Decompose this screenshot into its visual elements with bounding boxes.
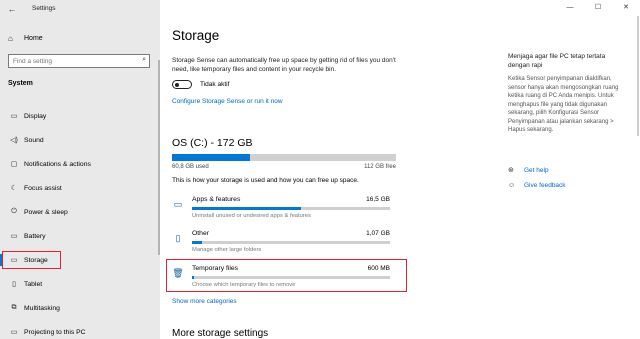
info-text: Ketika Sensor penyimpanan diaktifkan, se… bbox=[508, 76, 619, 133]
sidebar-item-power-sleep[interactable]: ⏻ Power & sleep bbox=[0, 200, 160, 224]
sidebar-item-label: Power & sleep bbox=[24, 208, 68, 216]
sidebar-item-focus-assist[interactable]: ☾ Focus assist bbox=[0, 176, 160, 200]
category-size: 16,5 GB bbox=[366, 196, 390, 203]
power-icon: ⏻ bbox=[11, 208, 17, 215]
toggle-state-label: Tidak aktif bbox=[200, 81, 230, 88]
tablet-icon: ▯ bbox=[12, 281, 16, 288]
category-apps-features[interactable]: ▭ Apps & features 16,5 GB Uninstall unus… bbox=[172, 196, 390, 226]
close-icon[interactable]: ✕ bbox=[612, 0, 640, 16]
drive-usage-fill bbox=[172, 154, 251, 161]
used-label: 60,8 GB used bbox=[172, 164, 209, 170]
sidebar-item-label: Focus assist bbox=[24, 184, 62, 192]
configure-storage-sense-link[interactable]: Configure Storage Sense or run it now bbox=[172, 98, 283, 105]
info-title: Menjaga agar file PC tetap tertata denga… bbox=[508, 53, 606, 69]
get-help-link[interactable]: ⊛ Get help bbox=[508, 166, 549, 175]
category-bar bbox=[192, 241, 390, 244]
temporary-files-highlight-box bbox=[166, 259, 407, 292]
category-other[interactable]: ▯ Other 1,07 GB Manage other large folde… bbox=[172, 230, 390, 260]
sidebar-item-sound[interactable]: ◁) Sound bbox=[0, 128, 160, 152]
category-subtitle: Manage other large folders bbox=[192, 247, 262, 253]
category-bar-fill bbox=[192, 241, 202, 244]
storage-sense-toggle-row: Tidak aktif bbox=[172, 80, 229, 89]
notification-icon: ▢ bbox=[10, 161, 18, 168]
home-icon: ⌂ bbox=[8, 33, 13, 43]
multitasking-icon: ⧉ bbox=[11, 304, 17, 311]
show-more-categories-link[interactable]: Show more categories bbox=[172, 298, 237, 305]
right-info-panel: Menjaga agar file PC tetap tertata denga… bbox=[508, 52, 626, 135]
search-box[interactable]: ⌕ bbox=[8, 54, 150, 68]
get-help-label: Get help bbox=[524, 166, 549, 174]
sidebar-item-battery[interactable]: ▭ Battery bbox=[0, 224, 160, 248]
search-icon[interactable]: ⌕ bbox=[142, 56, 146, 64]
sidebar-item-multitasking[interactable]: ⧉ Multitasking bbox=[0, 296, 160, 320]
display-icon: ▭ bbox=[10, 113, 18, 120]
sidebar-item-storage[interactable]: ▭ Storage bbox=[0, 248, 160, 272]
folder-icon: ▯ bbox=[175, 233, 181, 243]
sidebar: ← Settings ⌂ Home ⌕ System ▭ Display ◁) … bbox=[0, 0, 160, 339]
sidebar-item-projecting[interactable]: ▭ Projecting to this PC bbox=[0, 320, 160, 339]
drive-title[interactable]: OS (C:) - 172 GB bbox=[172, 137, 253, 149]
home-nav-item[interactable]: ⌂ Home bbox=[8, 32, 148, 44]
sidebar-item-tablet[interactable]: ▯ Tablet bbox=[0, 272, 160, 296]
sidebar-item-label: Multitasking bbox=[24, 304, 60, 312]
projecting-icon: ▭ bbox=[10, 329, 18, 336]
feedback-icon: ☺ bbox=[508, 182, 516, 189]
usage-description: This is how your storage is used and how… bbox=[172, 177, 359, 184]
category-name: Other bbox=[192, 230, 209, 237]
drive-usage-bar bbox=[172, 154, 396, 161]
main-scrollbar[interactable] bbox=[637, 16, 639, 136]
sidebar-item-label: Sound bbox=[24, 136, 44, 144]
category-name: Apps & features bbox=[192, 196, 241, 203]
more-storage-settings-heading: More storage settings bbox=[172, 328, 269, 339]
storage-sense-toggle[interactable] bbox=[172, 80, 192, 89]
highlight-box bbox=[2, 251, 61, 269]
storage-sense-description: Storage Sense can automatically free up … bbox=[172, 57, 396, 73]
free-label: 112 GB free bbox=[364, 164, 396, 170]
title-bar: ← Settings bbox=[0, 0, 160, 18]
sidebar-item-label: Tablet bbox=[24, 280, 43, 288]
sidebar-item-label: Battery bbox=[24, 232, 46, 240]
help-icon: ⊛ bbox=[508, 167, 514, 174]
search-input[interactable] bbox=[9, 55, 129, 67]
sidebar-item-label: Notifications & actions bbox=[24, 160, 91, 168]
maximize-icon[interactable]: ☐ bbox=[584, 0, 612, 16]
sidebar-item-label: Projecting to this PC bbox=[24, 328, 86, 336]
toggle-knob bbox=[175, 82, 179, 87]
sidebar-item-display[interactable]: ▭ Display bbox=[0, 104, 160, 128]
give-feedback-label: Give feedback bbox=[524, 182, 566, 189]
app-title: Settings bbox=[32, 5, 56, 12]
give-feedback-link[interactable]: ☺ Give feedback bbox=[508, 182, 566, 189]
back-arrow-icon[interactable]: ← bbox=[6, 3, 18, 15]
section-title: System bbox=[8, 80, 33, 87]
window-controls: — ☐ ✕ bbox=[556, 0, 640, 16]
apps-icon: ▭ bbox=[173, 199, 183, 209]
battery-icon: ▭ bbox=[10, 233, 18, 240]
category-bar-fill bbox=[192, 207, 301, 210]
moon-icon: ☾ bbox=[10, 185, 18, 192]
sidebar-item-label: Display bbox=[24, 112, 47, 120]
sidebar-item-notifications[interactable]: ▢ Notifications & actions bbox=[0, 152, 160, 176]
category-bar bbox=[192, 207, 390, 210]
sidebar-nav: ▭ Display ◁) Sound ▢ Notifications & act… bbox=[0, 104, 160, 339]
category-size: 1,07 GB bbox=[366, 230, 390, 237]
minimize-icon[interactable]: — bbox=[556, 0, 584, 16]
category-subtitle: Uninstall unused or undesired apps & fea… bbox=[192, 213, 311, 219]
page-title: Storage bbox=[172, 28, 220, 43]
home-label: Home bbox=[24, 34, 43, 42]
speaker-icon: ◁) bbox=[10, 137, 18, 144]
